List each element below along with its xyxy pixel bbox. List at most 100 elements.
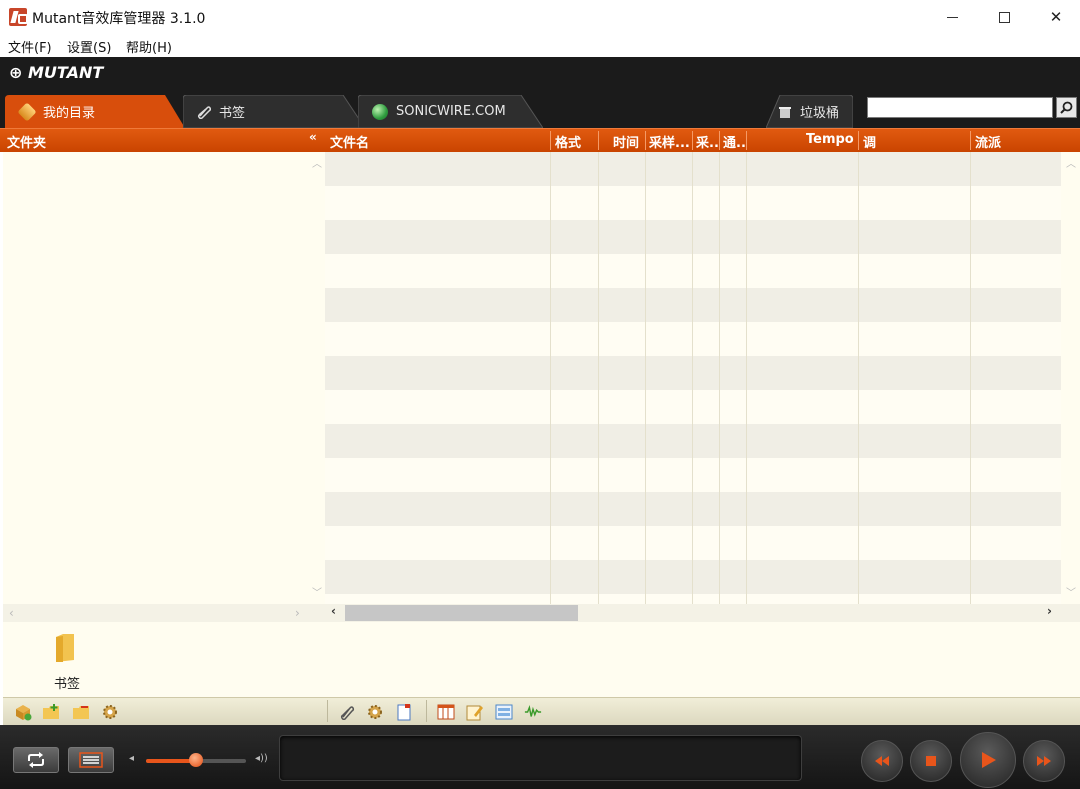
column-header-key[interactable]: 调 — [863, 132, 876, 151]
column-divider[interactable] — [598, 131, 599, 150]
rewind-icon — [875, 756, 889, 766]
close-icon: ✕ — [1049, 8, 1063, 26]
layout-icon — [495, 704, 513, 720]
minimize-button[interactable] — [926, 0, 978, 34]
columns-button[interactable] — [437, 703, 455, 721]
window-title: Mutant音效库管理器 3.1.0 — [32, 11, 206, 27]
toolbar-divider — [426, 700, 427, 722]
remove-folder-button[interactable] — [72, 703, 90, 721]
folder-tree-vertical-scrollbar[interactable]: ︿ ﹀ — [308, 152, 325, 604]
table-row[interactable] — [325, 458, 1061, 492]
column-divider[interactable] — [970, 131, 971, 150]
loop-icon — [28, 752, 44, 768]
playlist-button[interactable] — [68, 747, 114, 773]
add-catalog-button[interactable] — [14, 703, 32, 721]
column-header-time[interactable]: 时间 — [613, 132, 639, 151]
tab-sonicwire[interactable]: SONICWIRE.COM — [358, 95, 543, 128]
file-list-vertical-scrollbar[interactable]: ︿ ﹀ — [1061, 152, 1080, 604]
search-input[interactable] — [867, 97, 1053, 118]
column-header-filename[interactable]: 文件名 — [330, 132, 369, 151]
volume-knob[interactable] — [189, 753, 203, 767]
collapse-pane-button[interactable]: « — [309, 130, 317, 144]
column-header-genre[interactable]: 流派 — [975, 132, 1001, 151]
edit-button[interactable] — [466, 703, 484, 721]
file-info-icon — [397, 704, 411, 721]
table-row[interactable] — [325, 356, 1061, 390]
new-folder-button[interactable] — [42, 703, 60, 721]
brand-bar: ⊕ MUTANT — [0, 57, 1080, 91]
search-button[interactable] — [1056, 97, 1077, 118]
add-catalog-icon — [16, 705, 32, 721]
folder-tree-horizontal-scrollbar[interactable]: ‹ › — [3, 604, 325, 622]
column-header-samplerate[interactable]: 采样... — [649, 132, 693, 151]
volume-low-icon: ◂ — [129, 753, 135, 764]
column-divider[interactable] — [746, 131, 747, 150]
menu-help[interactable]: 帮助(H) — [126, 37, 172, 56]
file-settings-icon — [368, 705, 382, 719]
table-row[interactable] — [325, 186, 1061, 220]
table-row[interactable] — [325, 220, 1061, 254]
scroll-right-icon[interactable]: › — [1047, 604, 1052, 618]
file-info-button[interactable] — [395, 703, 413, 721]
loop-button[interactable] — [13, 747, 59, 773]
column-divider[interactable] — [719, 131, 720, 150]
scroll-down-icon[interactable]: ﹀ — [1066, 584, 1076, 599]
column-header-channels[interactable]: 通... — [723, 132, 747, 151]
tab-trash[interactable]: 垃圾桶 — [766, 95, 853, 128]
column-divider[interactable] — [550, 131, 551, 150]
waveform-icon — [524, 704, 542, 717]
layout-button[interactable] — [495, 703, 513, 721]
column-divider[interactable] — [645, 131, 646, 150]
menu-bar: 文件(F) 设置(S) 帮助(H) — [0, 34, 1080, 57]
volume-high-icon: ◂)) — [255, 753, 268, 764]
close-button[interactable]: ✕ — [1030, 0, 1080, 34]
column-line — [719, 152, 720, 604]
scroll-left-icon[interactable]: ‹ — [9, 606, 14, 620]
file-list-table[interactable] — [325, 152, 1061, 604]
scroll-left-icon[interactable]: ‹ — [331, 604, 336, 618]
column-header-bitdepth[interactable]: 采... — [696, 132, 720, 151]
play-button[interactable] — [960, 732, 1016, 788]
column-line — [692, 152, 693, 604]
scroll-up-icon[interactable]: ︿ — [312, 155, 322, 170]
table-row[interactable] — [325, 322, 1061, 356]
column-divider[interactable] — [692, 131, 693, 150]
table-row[interactable] — [325, 152, 1061, 186]
scroll-down-icon[interactable]: ﹀ — [312, 584, 322, 599]
horizontal-scroll-thumb[interactable] — [345, 605, 578, 621]
stop-button[interactable] — [910, 740, 952, 782]
bookmark-button[interactable] — [338, 703, 356, 721]
column-line — [598, 152, 599, 604]
scroll-up-icon[interactable]: ︿ — [1066, 155, 1076, 170]
folder-icon[interactable] — [54, 633, 76, 663]
maximize-icon — [998, 11, 1010, 23]
column-header-format[interactable]: 格式 — [555, 132, 581, 151]
table-row[interactable] — [325, 254, 1061, 288]
file-settings-button[interactable] — [366, 703, 384, 721]
table-row[interactable] — [325, 424, 1061, 458]
waveform-button[interactable] — [524, 703, 542, 721]
paperclip-icon — [197, 105, 211, 119]
folder-tree[interactable] — [3, 152, 308, 604]
scroll-right-icon[interactable]: › — [295, 606, 300, 620]
table-row[interactable] — [325, 492, 1061, 526]
column-divider[interactable] — [858, 131, 859, 150]
table-row[interactable] — [325, 594, 1061, 604]
rewind-button[interactable] — [861, 740, 903, 782]
menu-settings[interactable]: 设置(S) — [67, 37, 111, 56]
column-line — [970, 152, 971, 604]
bookmark-label[interactable]: 书签 — [54, 673, 80, 692]
table-row[interactable] — [325, 288, 1061, 322]
table-row[interactable] — [325, 526, 1061, 560]
tab-my-catalog[interactable]: 我的目录 — [5, 95, 185, 128]
table-row[interactable] — [325, 390, 1061, 424]
tab-bookmarks[interactable]: 书签 — [183, 95, 365, 128]
menu-file[interactable]: 文件(F) — [8, 37, 52, 56]
tab-label: 垃圾桶 — [800, 106, 840, 121]
table-row[interactable] — [325, 560, 1061, 594]
folder-settings-button[interactable] — [101, 703, 119, 721]
forward-button[interactable] — [1023, 740, 1065, 782]
column-header-tempo[interactable]: Tempo — [806, 132, 854, 147]
app-icon — [9, 8, 28, 26]
maximize-button[interactable] — [978, 0, 1030, 34]
